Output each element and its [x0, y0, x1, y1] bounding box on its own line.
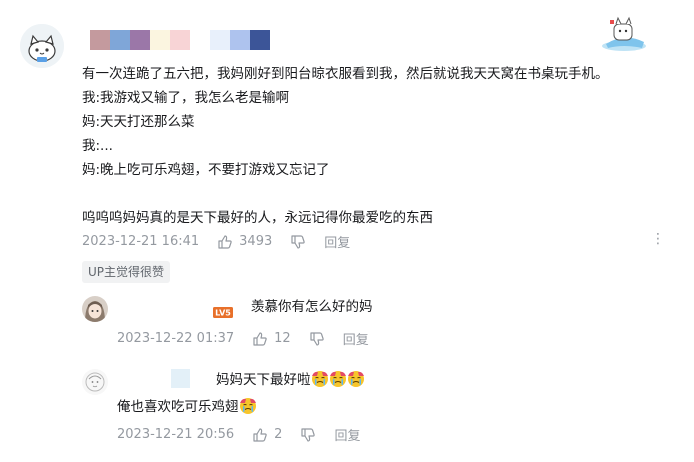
comment-line: 妈:晚上吃可乐鸡翅，不要打游戏又忘记了 — [82, 162, 330, 178]
thumbs-up-icon — [218, 234, 232, 249]
username-mosaic-block — [230, 30, 250, 50]
comment-line-blank — [82, 182, 682, 206]
username-mosaic-block — [110, 30, 130, 50]
crying-face-emoji — [347, 371, 364, 387]
username-mosaic[interactable] — [90, 30, 270, 50]
reply-avatar[interactable] — [82, 296, 108, 322]
thumbs-down-icon — [291, 234, 305, 249]
dislike-button[interactable] — [309, 331, 325, 347]
like-count: 3493 — [239, 234, 273, 249]
thumbs-up-icon — [253, 427, 267, 442]
comment-line: 呜呜呜妈妈真的是天下最好的人，永远记得你最爱吃的东西 — [82, 210, 433, 226]
like-count: 12 — [274, 331, 291, 346]
comment-meta: 2023-12-21 16:41 3493 回复 — [82, 232, 350, 251]
thumbs-up-icon — [253, 331, 267, 346]
sketch-avatar-icon — [82, 369, 108, 395]
comment-line: 我:我游戏又输了，我怎么老是输啊 — [82, 90, 290, 106]
comment-time: 2023-12-21 16:41 — [82, 234, 200, 249]
reply-avatar[interactable] — [82, 369, 108, 395]
crying-face-emoji — [239, 398, 256, 414]
username-mosaic-block — [90, 30, 110, 50]
reply-button[interactable]: 回复 — [334, 425, 360, 444]
up-liked-tag: UP主觉得很赞 — [82, 261, 171, 283]
reply-meta: 2023-12-22 01:37 12 回复 — [117, 329, 369, 348]
like-count: 2 — [274, 427, 283, 442]
reply-username-blurred[interactable] — [118, 299, 208, 315]
dislike-button[interactable] — [290, 234, 306, 250]
username-mosaic-block — [190, 30, 210, 50]
cat-avatar-icon — [20, 24, 64, 68]
commenter-avatar[interactable] — [20, 24, 64, 68]
reply-button[interactable]: 回复 — [343, 329, 369, 348]
reply-text-line: 俺也喜欢吃可乐鸡翅 — [117, 396, 257, 418]
reply-text-line: 妈妈天下最好啦 — [216, 369, 365, 391]
level-badge: LV5 — [213, 303, 233, 318]
reply-text: 妈妈天下最好啦 — [216, 372, 311, 388]
reply-time: 2023-12-21 20:56 — [117, 427, 235, 442]
reply-button[interactable]: 回复 — [324, 232, 350, 251]
more-vertical-icon[interactable]: ⋮ — [651, 231, 665, 247]
mascot-decoration-icon — [602, 16, 646, 51]
reply-username-blurred[interactable] — [115, 370, 171, 386]
comment-line: 我:... — [82, 138, 113, 154]
level-badge-label: LV5 — [215, 309, 231, 318]
reply-text: 羡慕你有怎么好的妈 — [251, 299, 373, 315]
username-mosaic-block — [150, 30, 170, 50]
thumbs-down-icon — [310, 331, 324, 346]
crying-face-emoji — [329, 371, 346, 387]
reply-meta: 2023-12-21 20:56 2 回复 — [117, 425, 360, 444]
username-mosaic-block — [171, 369, 190, 388]
like-button[interactable]: 2 — [252, 427, 282, 443]
reply-text: 俺也喜欢吃可乐鸡翅 — [117, 399, 239, 415]
comment-line: 有一次连跪了五六把，我妈刚好到阳台晾衣服看到我，然后就说我天天窝在书桌玩手机。 — [82, 66, 609, 82]
comment-content: 有一次连跪了五六把，我妈刚好到阳台晾衣服看到我，然后就说我天天窝在书桌玩手机。 … — [82, 62, 682, 230]
reply-time: 2023-12-22 01:37 — [117, 331, 235, 346]
decoration-image — [598, 14, 650, 54]
username-mosaic-block — [170, 30, 190, 50]
crying-face-emoji — [311, 371, 328, 387]
username-mosaic-block — [130, 30, 150, 50]
username-mosaic-block — [210, 30, 230, 50]
comment-line: 妈:天天打还那么菜 — [82, 114, 195, 130]
thumbs-down-icon — [301, 427, 316, 442]
like-button[interactable]: 12 — [252, 331, 291, 347]
username-mosaic-block — [250, 30, 270, 50]
anime-girl-avatar-icon — [82, 296, 108, 322]
like-button[interactable]: 3493 — [217, 234, 272, 250]
dislike-button[interactable] — [300, 427, 316, 443]
